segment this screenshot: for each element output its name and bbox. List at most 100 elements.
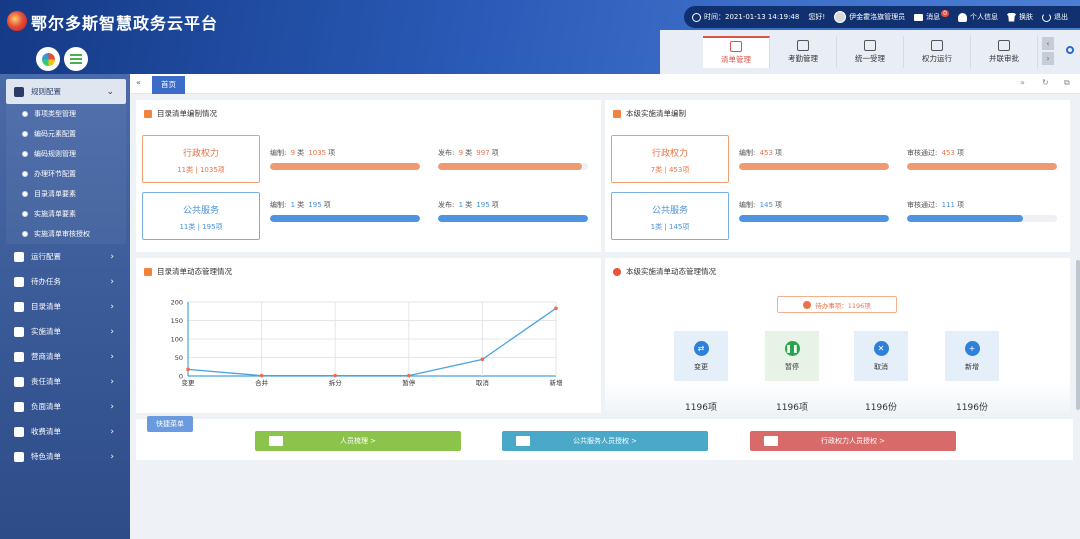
profile-button[interactable]: 个人信息 [958,12,998,22]
tab-parallel-approval[interactable]: 并联审批 [971,36,1038,68]
sidebar-group-business[interactable]: 营商清单 › [6,344,126,369]
fullscreen-icon[interactable]: ⧉ [1064,78,1074,88]
sidebar-item[interactable]: 编码规则管理 [6,144,126,164]
dyn-count: 1196项 [776,403,808,413]
dyn-card-change[interactable]: ⇄ 变更 [674,331,728,381]
card-label: 取消 [874,363,888,371]
plus-icon: + [964,341,980,356]
dyn-card-cancel[interactable]: ✕ 取消 [854,331,908,381]
label: 编制: [739,149,756,157]
quick-staff-sorting-button[interactable]: 人员梳理 > [255,431,461,451]
category-count: 11类 [177,166,194,174]
circle-icon[interactable] [1066,46,1074,54]
category-box-public-service[interactable]: 公共服务 11类 | 195项 [142,192,260,240]
sidebar-mode-switch [36,47,92,71]
anchor-icon [14,376,24,387]
sidebar-item[interactable]: 办理环节配置 [6,164,126,184]
line-chart: 050100150200变更 合并 拆分 暂停 取消 新增 [171,299,563,388]
category-name: 公共服务 [182,206,219,216]
dyn-card-pause[interactable]: ❚❚ 暂停 [765,331,819,381]
app-grid-button[interactable] [36,47,60,71]
sidebar-group-featured[interactable]: 特色清单 › [6,444,126,469]
y-tick-label: 150 [171,317,183,325]
sidebar-item[interactable]: 编码元素配置 [6,124,126,144]
pending-items-badge[interactable]: 待办事项： 1196项 [777,296,897,313]
value: 1 [290,201,296,209]
arrows-icon [14,251,24,262]
user-info[interactable]: 伊金霍洛旗管理员 [834,11,905,23]
power-icon [1042,12,1051,22]
progress-track [739,215,889,222]
nav-next-button[interactable]: › [1042,52,1054,65]
refresh-icon[interactable]: ↻ [1042,78,1052,88]
progress-track [739,163,889,170]
greeting: 您好! [808,13,826,21]
minus-circle-icon [14,401,24,412]
sidebar-group-negative[interactable]: 负面清单 › [6,394,126,419]
category-box-admin-power[interactable]: 行政权力 11类 | 1035项 [142,135,260,183]
dyn-card-add[interactable]: + 新增 [945,331,999,381]
tab-list-management[interactable]: 清单管理 [703,36,770,68]
panel-title: 本级实施清单动态管理情况 [613,266,716,277]
quick-admin-power-auth-button[interactable]: 行政权力人员授权 > [750,431,956,451]
panel-title-text: 本级实施清单编制 [626,109,686,118]
user-name: 伊金霍洛旗管理员 [849,13,906,21]
sidebar-item[interactable]: 目录清单要素 [6,184,126,204]
value: 195 [308,201,322,209]
y-tick-label: 50 [175,354,183,362]
clock-icon [692,12,701,22]
x-tick-label: 合并 [255,378,268,387]
quick-public-service-auth-button[interactable]: 公共服务人员授权 > [502,431,708,451]
unit: 项 [491,201,499,209]
nav-scroll-arrows: ‹ › [1042,37,1054,67]
value: 111 [941,201,955,209]
tab-home[interactable]: 首页 [152,76,185,94]
messages-button[interactable]: 消息 0 [914,9,949,22]
close-icon: ✕ [873,341,889,356]
sidebar-group-runtime[interactable]: 运行配置 › [6,244,126,269]
sidebar-group-catalog[interactable]: 目录清单 › [6,294,126,319]
tab-unified-acceptance[interactable]: 统一受理 [837,36,904,68]
quick-menu: 快捷菜单 人员梳理 > 公共服务人员授权 > 行政权力人员授权 > [136,416,1073,460]
label: 编制: [270,201,287,209]
group-label: 实施清单 [31,327,61,336]
stat-label: 编制: 1类 195 项 [270,200,420,212]
sidebar-item[interactable]: 实施清单要素 [6,204,126,224]
sidebar-group-responsibility[interactable]: 责任清单 › [6,369,126,394]
logout-button[interactable]: 退出 [1042,12,1068,22]
progress-fill [438,163,582,170]
quick-menu-title: 快捷菜单 [147,416,193,432]
cc-icon [14,426,24,437]
scrollbar[interactable] [1076,260,1080,410]
value: 9 [458,149,464,157]
category-summary: 7类 | 453项 [650,166,690,174]
sidebar-group-rules[interactable]: 规则配置 ⌄ [6,79,126,104]
item-label: 事项类型管理 [34,110,76,118]
nav-prev-button[interactable]: ‹ [1042,37,1054,50]
page-tab-bar: « 首页 » ↻ ⧉ [130,74,1080,94]
menu-list-button[interactable] [64,47,88,71]
tab-attendance[interactable]: 考勤管理 [770,36,837,68]
tab-label: 考勤管理 [788,54,818,63]
panel-title: 本级实施清单编制 [613,108,686,119]
tab-scroll-right-button[interactable]: » [1020,78,1030,88]
category-box-admin-power[interactable]: 行政权力 7类 | 453项 [611,135,729,183]
dyn-count: 1196份 [865,403,897,413]
data-point [186,367,190,372]
tab-scroll-left-button[interactable]: « [136,78,141,87]
sidebar-item[interactable]: 事项类型管理 [6,104,126,124]
sidebar-item[interactable]: 实施清单审核授权 [6,224,126,244]
sidebar-group-todo[interactable]: 待办任务 › [6,269,126,294]
item-count: 453项 [668,166,690,174]
implementation-dynamic-panel: 本级实施清单动态管理情况 待办事项： 1196项 ⇄ 变更 ❚❚ 暂停 ✕ 取消 … [605,258,1070,413]
tab-power-operation[interactable]: 权力运行 [904,36,971,68]
sidebar-group-fees[interactable]: 收费清单 › [6,419,126,444]
sidebar-group-implementation[interactable]: 实施清单 › [6,319,126,344]
catalog-dynamic-panel: 目录清单动态管理情况 0 50 100 150 200 变更 合并 拆分 暂停 取消 新增 [136,258,601,413]
group-label: 规则配置 [31,87,61,96]
pending-value: 1196项 [847,301,871,310]
stat-label: 发布: 9类 997 项 [438,148,588,160]
category-box-public-service[interactable]: 公共服务 1类 | 145项 [611,192,729,240]
progress-track [270,163,420,170]
skin-button[interactable]: 换肤 [1007,12,1033,22]
